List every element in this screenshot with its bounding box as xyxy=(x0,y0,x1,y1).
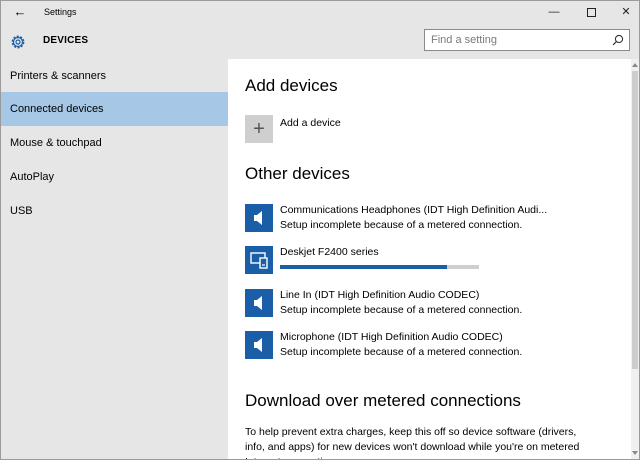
sidebar-item-printers-scanners[interactable]: Printers & scanners xyxy=(1,59,228,93)
sidebar-item-connected-devices[interactable]: Connected devices xyxy=(1,92,228,126)
back-arrow-icon[interactable]: ← xyxy=(11,3,29,21)
header: DEVICES xyxy=(1,25,639,59)
add-devices-heading: Add devices xyxy=(245,76,338,95)
speaker-icon xyxy=(245,289,273,317)
device-item[interactable]: Communications Headphones (IDT High Defi… xyxy=(245,204,585,234)
speaker-icon xyxy=(245,331,273,359)
title-bar: ← Settings — ✕ xyxy=(1,1,639,25)
gear-icon xyxy=(11,35,25,49)
main-content: Add devices + Add a device Other devices… xyxy=(228,59,631,459)
close-button[interactable]: ✕ xyxy=(609,1,639,23)
maximize-icon xyxy=(586,7,596,17)
device-status: Setup incomplete because of a metered co… xyxy=(280,304,523,316)
settings-window: ← Settings — ✕ DEVICES Printers & scanne… xyxy=(0,0,640,460)
maximize-button[interactable] xyxy=(574,1,608,23)
download-metered-description: To help prevent extra charges, keep this… xyxy=(245,426,580,459)
search-box[interactable] xyxy=(424,29,630,51)
device-status: Setup incomplete because of a metered co… xyxy=(280,346,523,358)
search-icon[interactable] xyxy=(612,34,624,46)
scrollbar-thumb[interactable] xyxy=(632,71,638,369)
scrollbar[interactable] xyxy=(631,59,639,459)
install-progress-bar xyxy=(280,265,479,269)
sidebar-item-mouse-touchpad[interactable]: Mouse & touchpad xyxy=(1,126,228,160)
progress-fill xyxy=(280,265,448,269)
device-item[interactable]: Line In (IDT High Definition Audio CODEC… xyxy=(245,289,585,319)
speaker-icon xyxy=(245,204,273,232)
section-title: DEVICES xyxy=(43,35,89,46)
add-device-label[interactable]: Add a device xyxy=(280,117,341,129)
sidebar-item-usb[interactable]: USB xyxy=(1,194,228,228)
scroll-up-arrow-icon[interactable] xyxy=(632,63,638,67)
device-name: Line In (IDT High Definition Audio CODEC… xyxy=(280,289,480,301)
scroll-down-arrow-icon[interactable] xyxy=(632,451,638,455)
device-name: Deskjet F2400 series xyxy=(280,246,379,258)
printer-icon xyxy=(245,246,273,274)
minimize-button[interactable]: — xyxy=(537,1,571,23)
device-name: Microphone (IDT High Definition Audio CO… xyxy=(280,331,503,343)
sidebar: Printers & scanners Connected devices Mo… xyxy=(1,59,228,459)
other-devices-heading: Other devices xyxy=(245,164,350,183)
sidebar-item-autoplay[interactable]: AutoPlay xyxy=(1,160,228,194)
device-item[interactable]: Microphone (IDT High Definition Audio CO… xyxy=(245,331,585,361)
device-name: Communications Headphones (IDT High Defi… xyxy=(280,204,548,216)
download-metered-heading: Download over metered connections xyxy=(245,391,521,410)
plus-icon: + xyxy=(253,118,265,140)
add-device-button[interactable]: + xyxy=(245,115,273,143)
device-item[interactable]: Deskjet F2400 series xyxy=(245,246,585,276)
device-status: Setup incomplete because of a metered co… xyxy=(280,219,523,231)
window-title: Settings xyxy=(44,7,77,17)
search-input[interactable] xyxy=(431,33,611,47)
